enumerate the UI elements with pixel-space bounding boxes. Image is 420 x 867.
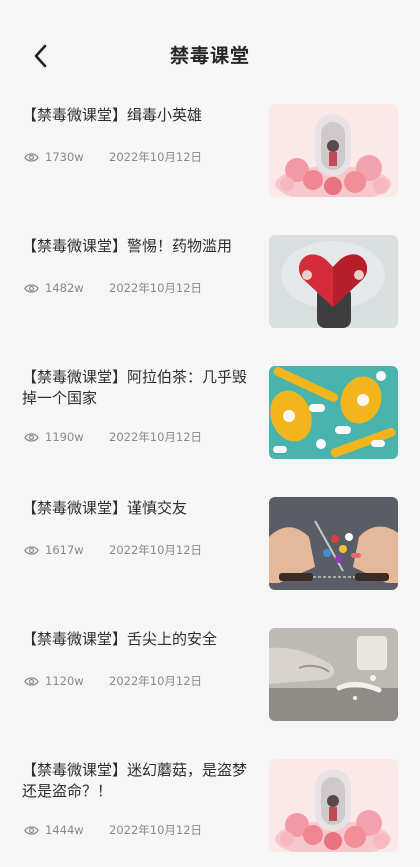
item-thumbnail[interactable] [269,497,398,590]
item-thumbnail[interactable] [269,366,398,459]
eye-icon [24,676,39,686]
item-title[interactable]: 【禁毒微课堂】阿拉伯茶：几乎毁掉一个国家 [22,367,260,409]
item-title[interactable]: 【禁毒微课堂】缉毒小英雄 [22,105,260,126]
item-title[interactable]: 【禁毒微课堂】舌尖上的安全 [22,629,260,650]
flowers-pillar-image [269,759,398,852]
chevron-left-icon [34,44,47,68]
publish-date: 2022年10月12日 [109,674,203,688]
publish-date: 2022年10月12日 [109,823,203,837]
list-item[interactable]: 【禁毒微课堂】阿拉伯茶：几乎毁掉一个国家 1190w 2022年10月12日 [0,350,420,481]
eye-icon [24,432,39,442]
eye-icon [24,283,39,293]
lesson-list: 【禁毒微课堂】缉毒小英雄 1730w 2022年10月12日 【禁毒微课堂】警惕… [0,88,420,867]
view-count: 1120w [45,674,84,688]
list-item[interactable]: 【禁毒微课堂】缉毒小英雄 1730w 2022年10月12日 [0,88,420,219]
publish-date: 2022年10月12日 [109,543,203,557]
view-count: 1190w [45,430,84,444]
view-count: 1730w [45,150,84,164]
item-title[interactable]: 【禁毒微课堂】迷幻蘑菇，是盗梦还是盗命？！ [22,760,260,802]
status-bar [0,0,420,20]
back-button[interactable] [28,42,56,70]
item-thumbnail[interactable] [269,235,398,328]
view-count: 1617w [45,543,84,557]
eye-icon [24,825,39,835]
item-thumbnail[interactable] [269,759,398,852]
view-count: 1444w [45,823,84,837]
eye-icon [24,545,39,555]
pills-spoons-image [269,366,398,459]
publish-date: 2022年10月12日 [109,150,203,164]
eye-icon [24,152,39,162]
view-count: 1482w [45,281,84,295]
flowers-pillar-image [269,104,398,197]
item-meta: 1617w 2022年10月12日 [24,542,202,558]
red-heart-image [269,235,398,328]
publish-date: 2022年10月12日 [109,430,203,444]
handcuffs-drugs-image [269,497,398,590]
list-item[interactable]: 【禁毒微课堂】警惕！药物滥用 1482w 2022年10月12日 [0,219,420,350]
item-meta: 1482w 2022年10月12日 [24,280,202,296]
item-title[interactable]: 【禁毒微课堂】警惕！药物滥用 [22,236,260,257]
item-meta: 1730w 2022年10月12日 [24,149,202,165]
item-meta: 1120w 2022年10月12日 [24,673,202,689]
publish-date: 2022年10月12日 [109,281,203,295]
item-meta: 1444w 2022年10月12日 [24,822,202,838]
header: 禁毒课堂 [0,20,420,88]
item-title[interactable]: 【禁毒微课堂】谨慎交友 [22,498,260,519]
item-thumbnail[interactable] [269,628,398,721]
list-item[interactable]: 【禁毒微课堂】舌尖上的安全 1120w 2022年10月12日 [0,612,420,743]
page-title: 禁毒课堂 [169,44,250,67]
item-meta: 1190w 2022年10月12日 [24,429,202,445]
item-thumbnail[interactable] [269,104,398,197]
hand-powder-image [269,628,398,721]
list-item[interactable]: 【禁毒微课堂】迷幻蘑菇，是盗梦还是盗命？！ 1444w 2022年10月12日 [0,743,420,867]
list-item[interactable]: 【禁毒微课堂】谨慎交友 1617w 2022年10月12日 [0,481,420,612]
